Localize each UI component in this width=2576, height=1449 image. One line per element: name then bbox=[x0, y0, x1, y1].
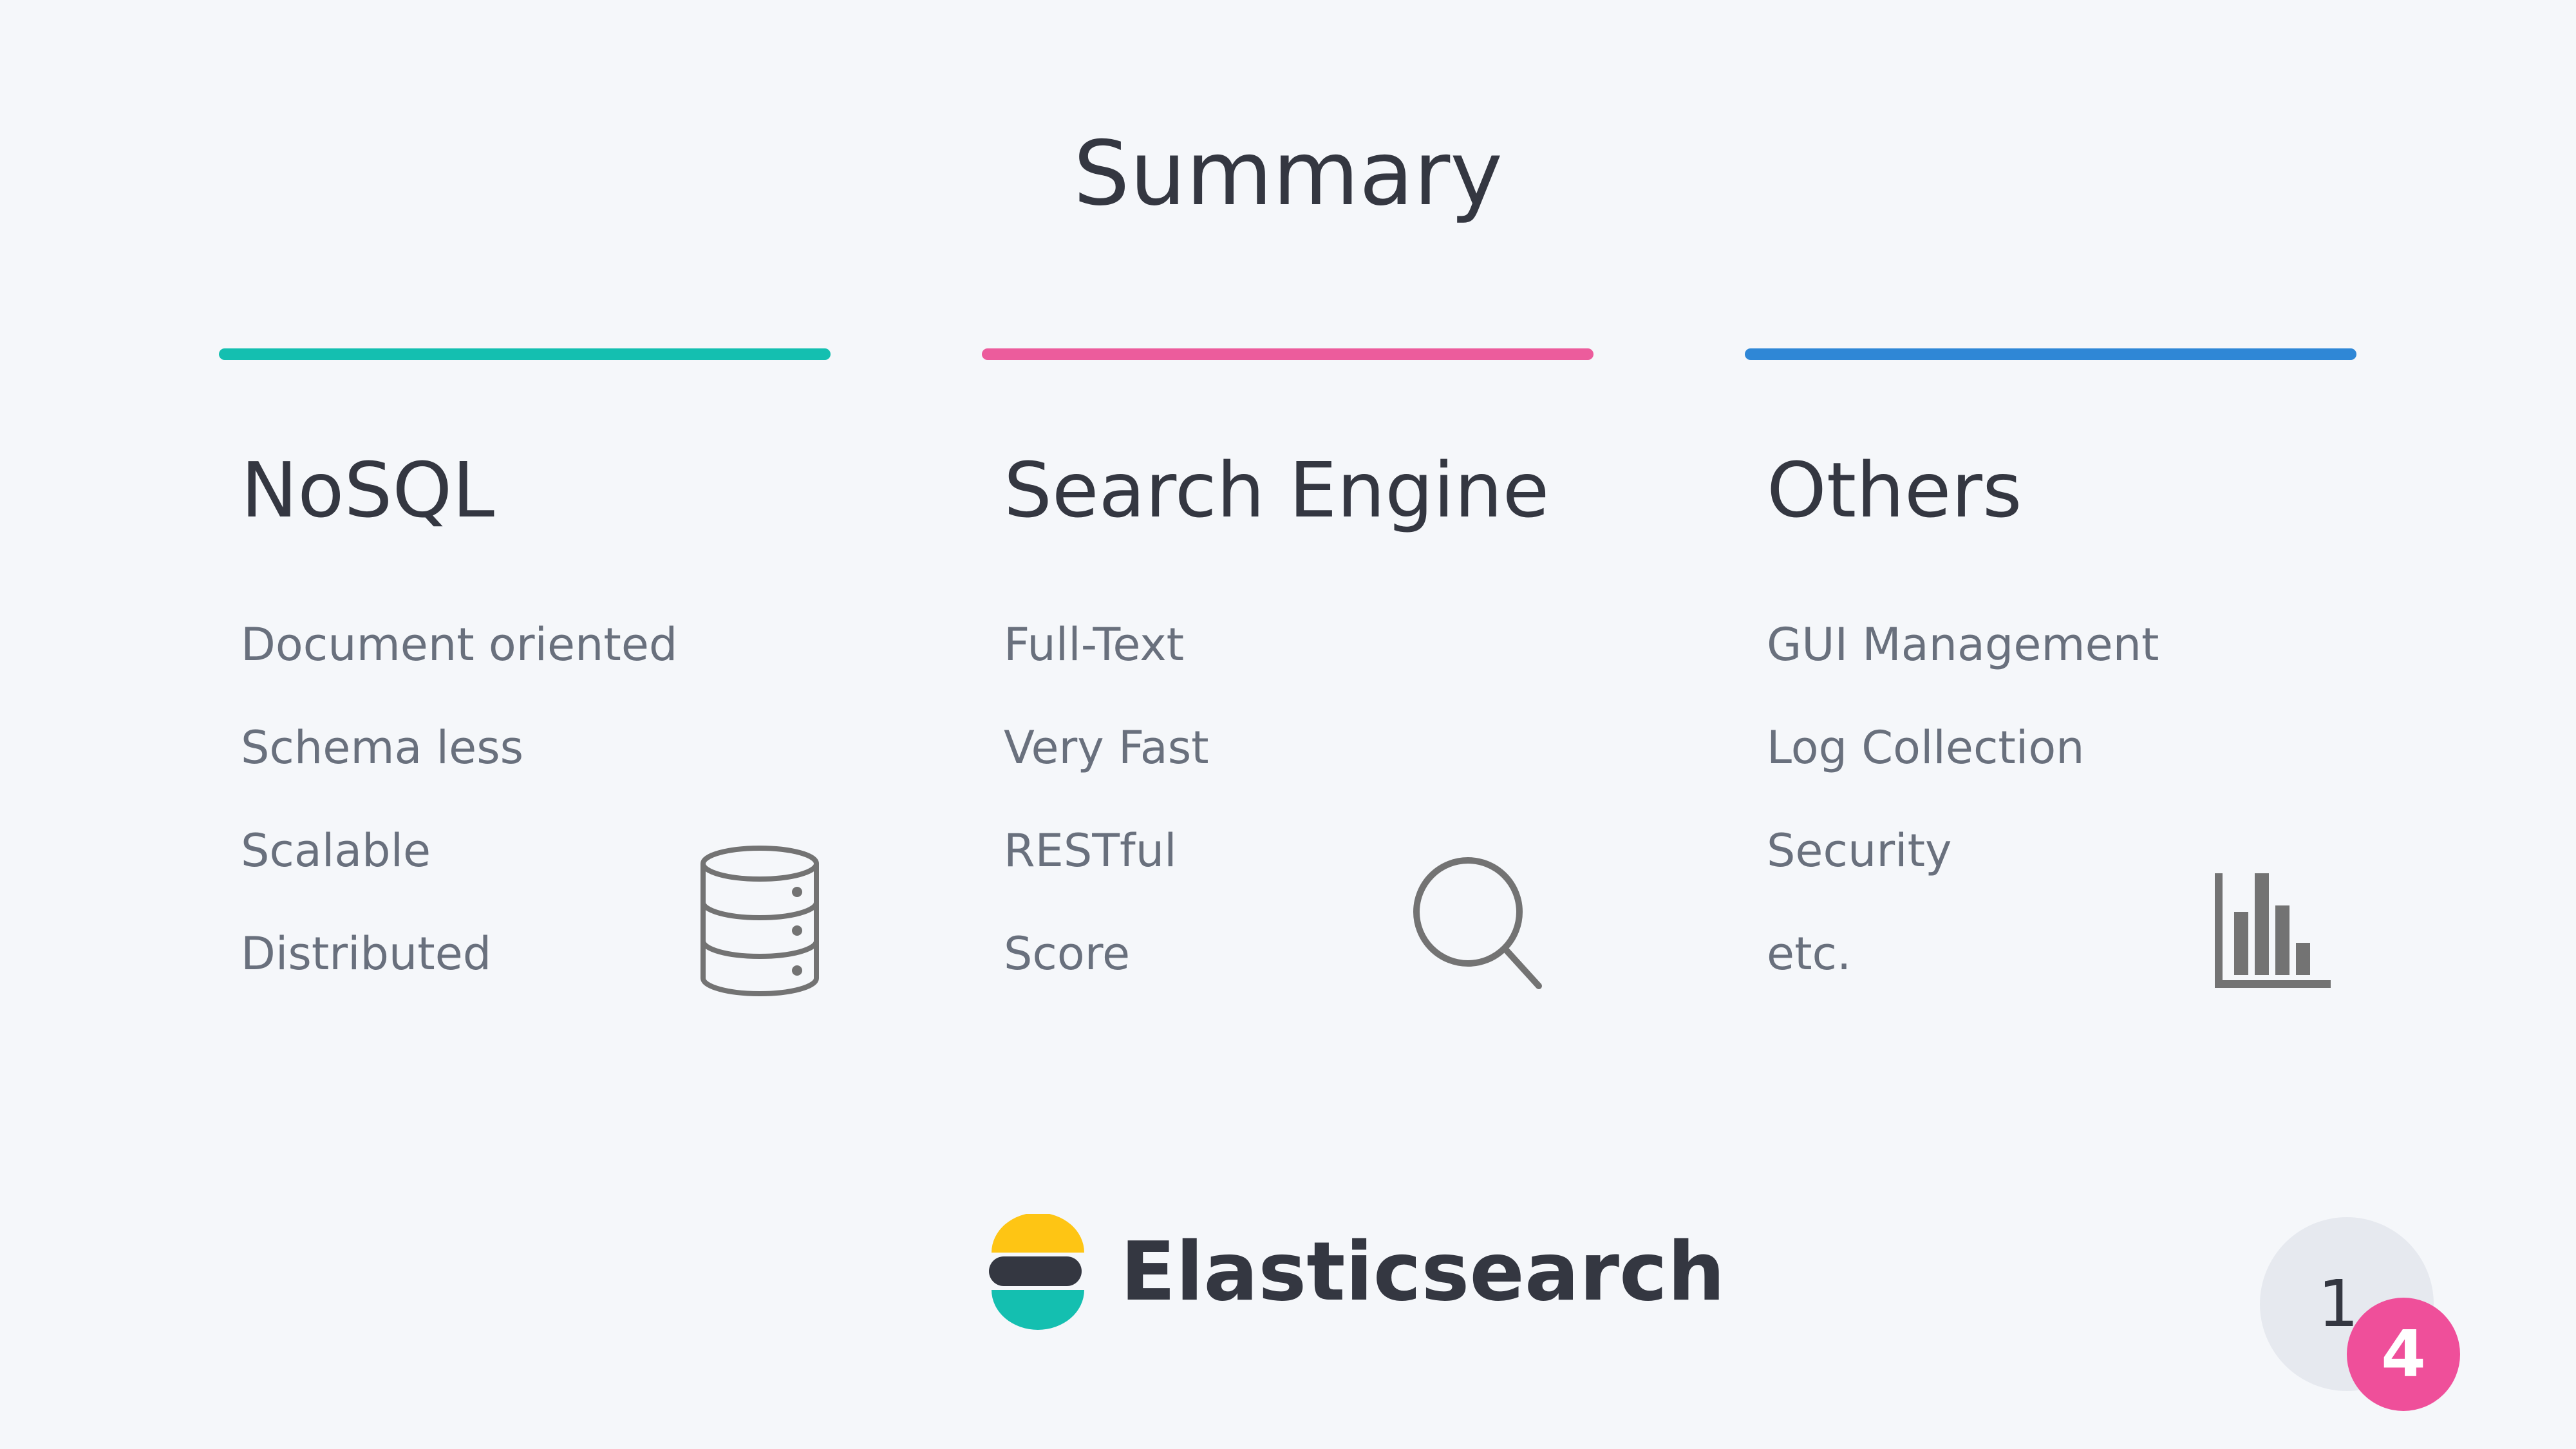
bar-chart-icon bbox=[2215, 873, 2331, 988]
feature-list: Full-Text Very Fast RESTful Score bbox=[1004, 593, 1209, 1005]
list-item: Scalable bbox=[241, 824, 431, 877]
list-item: RESTful bbox=[1004, 824, 1177, 877]
brand-wordmark: Elasticsearch bbox=[1120, 1224, 1725, 1319]
accent-rule bbox=[1745, 348, 2356, 360]
list-item: Security bbox=[1767, 824, 1952, 877]
page-counter[interactable]: 1 4 bbox=[2260, 1217, 2460, 1411]
list-item: GUI Management bbox=[1767, 618, 2159, 671]
list-item: Document oriented bbox=[241, 618, 678, 671]
column-heading: Others bbox=[1767, 446, 2022, 535]
column-heading: NoSQL bbox=[241, 446, 494, 535]
slide-title: Summary bbox=[1073, 122, 1503, 225]
list-item: Schema less bbox=[241, 721, 524, 774]
page-number: 1 bbox=[2318, 1266, 2359, 1341]
list-item: Distributed bbox=[241, 927, 492, 980]
list-item: etc. bbox=[1767, 927, 1852, 980]
list-item: Full-Text bbox=[1004, 618, 1185, 671]
notification-badge[interactable]: 4 bbox=[2347, 1298, 2460, 1411]
column-nosql: NoSQL Document oriented Schema less Scal… bbox=[219, 348, 831, 1057]
accent-rule bbox=[219, 348, 831, 360]
list-item: Log Collection bbox=[1767, 721, 2085, 774]
column-heading: Search Engine bbox=[1004, 446, 1550, 535]
column-search-engine: Search Engine Full-Text Very Fast RESTfu… bbox=[982, 348, 1594, 1057]
search-icon bbox=[1413, 857, 1542, 989]
list-item: Score bbox=[1004, 927, 1131, 980]
column-others: Others GUI Management Log Collection Sec… bbox=[1745, 348, 2356, 1057]
list-item: Very Fast bbox=[1004, 721, 1209, 774]
feature-list: GUI Management Log Collection Security e… bbox=[1767, 593, 2159, 1005]
feature-list: Document oriented Schema less Scalable D… bbox=[241, 593, 677, 1005]
database-icon bbox=[700, 846, 819, 996]
elasticsearch-logo-icon bbox=[989, 1214, 1084, 1330]
accent-rule bbox=[982, 348, 1594, 360]
